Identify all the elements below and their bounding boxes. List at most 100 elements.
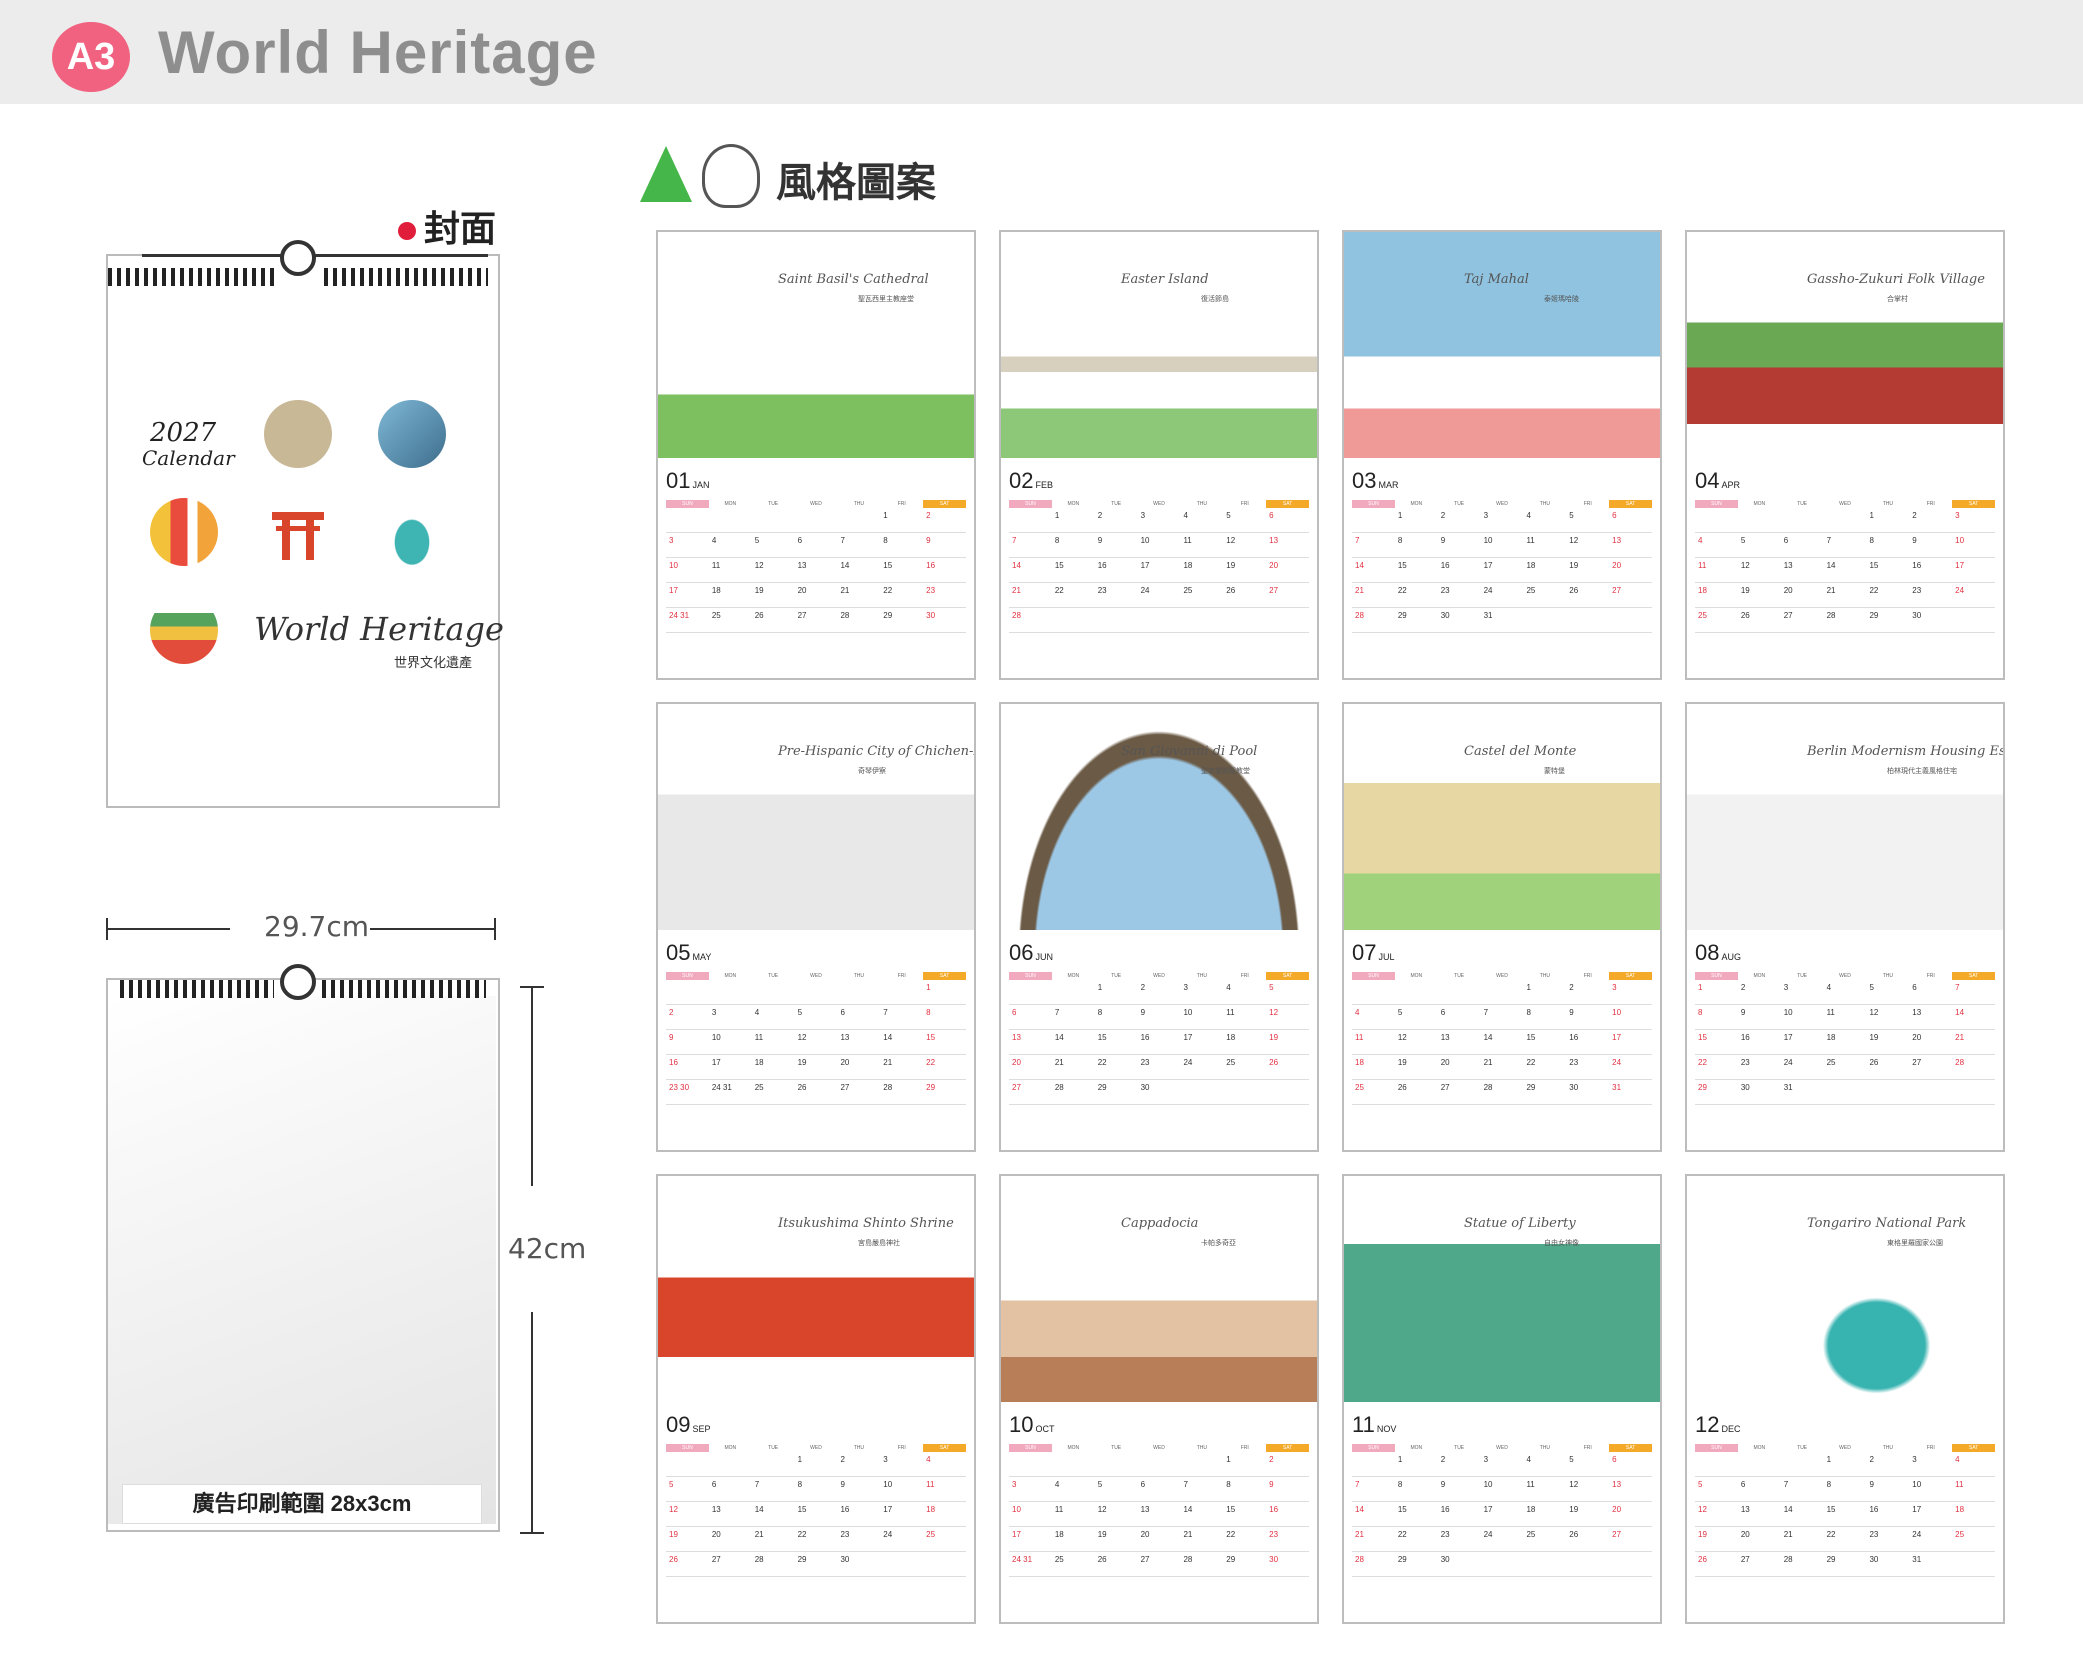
month-card-mar: Taj Mahal 泰姬瑪哈陵 03 MAR SUN MON TUE WED THU FRI SAT…: [1342, 230, 1662, 680]
weekday-label: FRI: [897, 1445, 906, 1451]
weekday-label: FRI: [897, 501, 906, 507]
day-cell: 14: [1054, 1033, 1064, 1042]
day-cell: [1438, 980, 1481, 1004]
day-cell: 8: [1397, 536, 1403, 545]
day-cell: 11: [1826, 1008, 1835, 1017]
month-label: 03 MAR: [1352, 468, 1399, 493]
week-row: 4 5 6 7 8 9 10: [1695, 533, 1995, 558]
landmark-name-cn: 奇琴伊察: [858, 768, 886, 775]
weekday-label: SUN: [1009, 972, 1052, 980]
day-cell: 19: [669, 1530, 678, 1539]
day-cell: [709, 980, 752, 1004]
month-card-jan: Saint Basil's Cathedral 聖瓦西里主教座堂 01 JAN SUN M…: [656, 230, 976, 680]
weekday-label: TUE: [1454, 973, 1465, 979]
day-cell: 20: [1912, 1033, 1922, 1042]
day-cell: 14: [1483, 1033, 1493, 1042]
weekday-label: SAT: [923, 972, 967, 980]
day-cell: [1866, 1080, 1909, 1104]
day-cell: 18: [711, 586, 721, 595]
day-cell: [1052, 980, 1095, 1004]
cover-circle-lake: [378, 498, 446, 566]
day-cell: 29: [1526, 1083, 1536, 1092]
cover-calendar-text: Calendar: [142, 446, 235, 470]
day-cell: 13: [1612, 1480, 1622, 1489]
day-cell: 30: [1140, 1083, 1150, 1092]
week-row: 16 17 18 19 20 21 22: [666, 1055, 966, 1080]
week-row: 25 26 27 28 29 30 31: [1352, 1080, 1652, 1105]
day-cell: 19: [797, 1058, 807, 1067]
weekday-label: TUE: [1454, 1445, 1465, 1451]
week-row: 5 6 7 8 9 10 11: [1695, 1477, 1995, 1502]
day-cell: 11: [1698, 561, 1707, 570]
weekday-label: SAT: [1266, 972, 1310, 980]
day-cell: 20: [840, 1058, 850, 1067]
day-cell: 17: [669, 586, 678, 595]
day-cell: 10: [883, 1480, 893, 1489]
day-cell: 22: [1397, 586, 1407, 595]
day-cell: 19: [1226, 561, 1236, 570]
day-cell: 24: [1483, 586, 1493, 595]
month-label: 10 OCT: [1009, 1412, 1055, 1437]
weekday-label: MON: [724, 1445, 737, 1451]
day-cell: 25: [1826, 1058, 1836, 1067]
day-cell: 4: [1526, 511, 1531, 520]
weekday-label: WED: [1496, 973, 1508, 979]
day-cell: 24: [1612, 1058, 1622, 1067]
day-cell: 7: [1355, 1480, 1360, 1489]
week-row: 1 2 3 4 5 6: [1352, 1452, 1652, 1477]
weekday-header: SUN MON TUE WED THU FRI SAT: [1009, 972, 1310, 980]
day-cell: 1: [883, 511, 888, 520]
day-cell: 25: [1054, 1555, 1064, 1564]
day-cell: 9: [1740, 1008, 1746, 1017]
day-cell: [837, 980, 880, 1004]
calendar-grid: SUN MON TUE WED THU FRI SAT 1 2 3 4 5 6 7 8 9 10 11 12 13 14…: [1009, 500, 1310, 633]
day-cell: 22: [1097, 1058, 1107, 1067]
day-cell: 3: [711, 1008, 717, 1017]
day-cell: 29: [1397, 611, 1407, 620]
day-cell: [795, 980, 838, 1004]
day-cell: 23: [1440, 586, 1450, 595]
day-cell: 7: [1054, 1008, 1060, 1017]
cover-spiral: [324, 268, 488, 286]
day-cell: 2: [840, 1455, 845, 1464]
day-cell: [1266, 608, 1309, 632]
day-cell: 27: [1783, 611, 1793, 620]
day-cell: 21: [883, 1058, 893, 1067]
day-cell: 27: [1612, 1530, 1622, 1539]
day-cell: 28: [883, 1083, 893, 1092]
weekday-header: SUN MON TUE WED THU FRI SAT: [1009, 1444, 1310, 1452]
landmark-name: Castel del Monte: [1464, 744, 1577, 759]
ad-print-area-label: 廣告印刷範圍 28x3cm: [122, 1484, 482, 1524]
day-cell: 11: [1955, 1480, 1964, 1489]
day-cell: [752, 1452, 795, 1476]
weekday-label: WED: [1839, 501, 1851, 507]
weekday-label: SAT: [923, 500, 967, 508]
day-cell: 2: [1097, 511, 1103, 520]
cover-subtitle: 世界文化遺產: [394, 655, 473, 670]
day-cell: 30: [1569, 1083, 1579, 1092]
week-row: 10 11 12 13 14 15 16: [1009, 1502, 1309, 1527]
day-cell: 28: [1355, 611, 1364, 620]
weekday-header: SUN MON TUE WED THU FRI SAT: [1695, 972, 1996, 980]
day-cell: 21: [1783, 1530, 1793, 1539]
day-cell: 25: [1955, 1530, 1965, 1539]
day-cell: 22: [926, 1058, 936, 1067]
day-cell: 7: [1826, 536, 1832, 545]
month-label: 04 APR: [1695, 468, 1740, 493]
day-cell: 9: [840, 1480, 845, 1489]
day-cell: 25: [711, 611, 721, 620]
day-cell: 15: [1869, 561, 1879, 570]
day-cell: 28: [1183, 1555, 1193, 1564]
day-cell: 16: [1440, 1505, 1450, 1514]
day-cell: [1266, 1080, 1309, 1104]
week-row: 18 19 20 21 22 23 24: [1352, 1055, 1652, 1080]
day-cell: 24 31: [1012, 1555, 1033, 1564]
day-cell: 26: [669, 1555, 678, 1564]
day-cell: 9: [1912, 536, 1917, 545]
day-cell: 2: [926, 511, 931, 520]
day-cell: 29: [1097, 1083, 1107, 1092]
weekday-label: SUN: [666, 972, 709, 980]
day-cell: 4: [1355, 1008, 1360, 1017]
month-illustration: [1001, 704, 1317, 930]
day-cell: 16: [1140, 1033, 1150, 1042]
